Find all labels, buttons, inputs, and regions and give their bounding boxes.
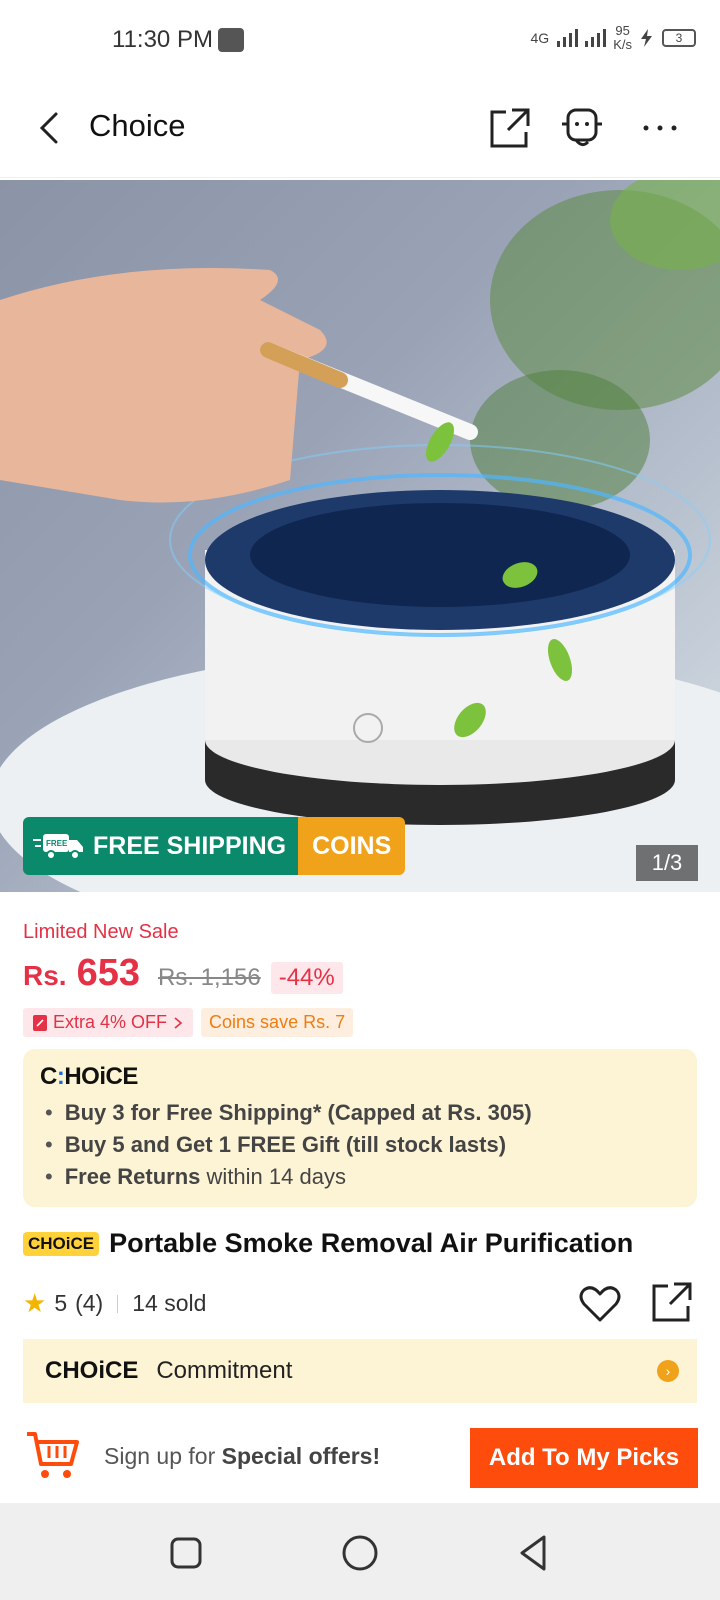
status-bar: 11:30 PM 4G 95 K/s 3	[0, 0, 720, 80]
benefit-bold: Buy 3 for Free Shipping* (Capped at Rs. …	[64, 1100, 532, 1125]
cart-icon[interactable]	[23, 1426, 81, 1484]
product-photo	[0, 180, 720, 892]
back-arrow-icon[interactable]	[34, 108, 64, 148]
divider	[117, 1294, 119, 1313]
notification-icon	[218, 28, 244, 52]
app-header: Choice	[0, 80, 720, 178]
system-navigation-bar	[0, 1503, 720, 1600]
product-title-row: CHOiCE Portable Smoke Removal Air Purifi…	[23, 1228, 633, 1259]
discount-badge: -44%	[270, 962, 343, 994]
free-shipping-text: FREE SHIPPING	[93, 831, 287, 860]
extra-off-text: Extra 4% OFF	[53, 1012, 168, 1032]
choice-logo-c: C	[40, 1063, 57, 1090]
share-icon[interactable]	[650, 1280, 694, 1324]
commitment-text: Commitment	[156, 1357, 293, 1384]
price-row: Rs. 653 Rs. 1,156 -44%	[23, 952, 343, 995]
benefit-bold: Free Returns	[64, 1164, 201, 1189]
share-icon[interactable]	[486, 104, 534, 152]
promo-row: Extra 4% OFF Coins save Rs. 7	[23, 1008, 354, 1037]
network-type: 4G	[530, 30, 550, 46]
benefit-item: Buy 5 and Get 1 FREE Gift (till stock la…	[45, 1129, 532, 1161]
choice-logo-rest: HOiCE	[64, 1063, 138, 1090]
battery-icon: 3	[662, 29, 696, 47]
coupon-icon	[33, 1014, 47, 1031]
product-name: Portable Smoke Removal Air Purification	[109, 1228, 634, 1258]
coins-text: COINS	[312, 831, 392, 860]
recent-apps-icon[interactable]	[166, 1533, 206, 1573]
bottom-action-bar: Sign up for Special offers! Add To My Pi…	[0, 1410, 720, 1502]
free-shipping-badge: FREE FREE SHIPPING COINS	[23, 817, 406, 875]
sale-label: Limited New Sale	[23, 921, 179, 943]
choice-commitment-bar[interactable]: CHOiCE Commitment ›	[23, 1339, 697, 1403]
sold-count: 14 sold	[132, 1290, 207, 1316]
signup-prefix: Sign up for	[104, 1443, 222, 1469]
benefit-rest: within 14 days	[206, 1164, 346, 1189]
back-icon[interactable]	[514, 1533, 554, 1573]
current-price: 653	[76, 952, 140, 994]
charging-icon	[641, 29, 652, 47]
choice-benefit-list: Buy 3 for Free Shipping* (Capped at Rs. …	[45, 1097, 532, 1193]
truck-icon: FREE	[33, 834, 83, 860]
wishlist-heart-icon[interactable]	[578, 1282, 622, 1326]
speed-value: 95	[615, 23, 630, 38]
add-to-picks-button[interactable]: Add To My Picks	[470, 1428, 698, 1488]
benefit-item: Buy 3 for Free Shipping* (Capped at Rs. …	[45, 1097, 532, 1129]
rating-row[interactable]: ★ 5 (4) 14 sold	[23, 1288, 206, 1319]
review-count: (4)	[75, 1290, 104, 1316]
customer-service-icon[interactable]	[558, 104, 606, 152]
signup-offer-text[interactable]: Sign up for Special offers!	[104, 1443, 380, 1470]
more-icon[interactable]	[636, 104, 684, 152]
coins-save-badge: Coins save Rs. 7	[201, 1008, 354, 1037]
choice-benefits-box[interactable]: C:HOiCE Buy 3 for Free Shipping* (Capped…	[23, 1049, 697, 1207]
status-indicators: 4G 95 K/s 3	[531, 24, 696, 52]
free-shipping-segment: FREE FREE SHIPPING	[23, 817, 299, 875]
benefit-item: Free Returns within 14 days	[45, 1161, 532, 1193]
signal-icon	[557, 29, 607, 47]
benefit-bold: Buy 5 and Get 1 FREE Gift (till stock la…	[64, 1132, 507, 1157]
signup-bold: Special offers!	[221, 1443, 381, 1469]
rating-value: 5	[54, 1290, 68, 1316]
network-speed: 95 K/s	[613, 24, 632, 52]
battery-level: 3	[675, 31, 683, 45]
price-currency: Rs.	[23, 960, 67, 991]
chevron-right-icon: ›	[657, 1360, 679, 1382]
chevron-right-icon	[174, 1016, 183, 1029]
free-badge-text: FREE	[46, 839, 68, 848]
choice-badge: CHOiCE	[23, 1231, 100, 1256]
status-time: 11:30 PM	[112, 26, 213, 53]
coins-segment: COINS	[298, 817, 406, 875]
home-icon[interactable]	[340, 1533, 380, 1573]
speed-unit: K/s	[613, 37, 632, 52]
image-counter: 1/3	[636, 845, 698, 881]
page-title: Choice	[89, 108, 186, 143]
extra-off-coupon[interactable]: Extra 4% OFF	[23, 1008, 194, 1037]
choice-logo: CHOiCE	[45, 1357, 139, 1384]
original-price: Rs. 1,156	[157, 964, 261, 991]
choice-logo: C:HOiCE	[40, 1063, 138, 1091]
star-icon: ★	[23, 1288, 47, 1318]
product-image-carousel[interactable]: FREE FREE SHIPPING COINS 1/3	[0, 180, 720, 892]
